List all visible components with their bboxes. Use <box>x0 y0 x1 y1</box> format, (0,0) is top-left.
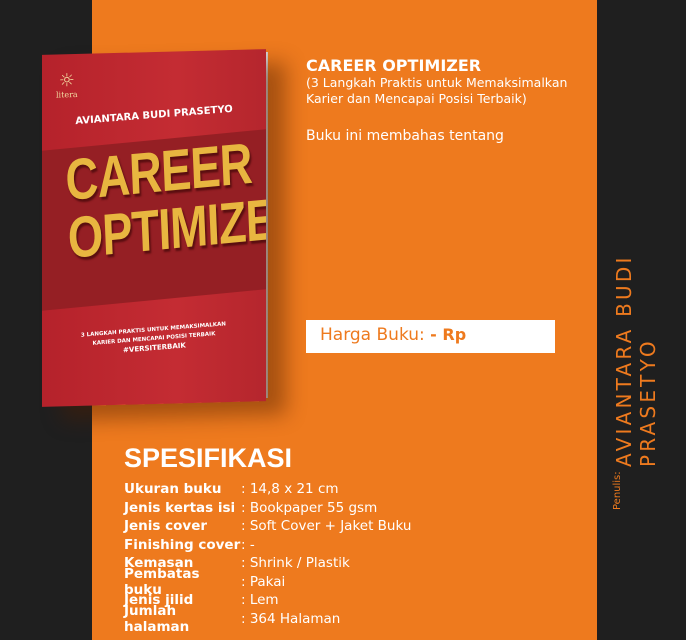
price-box: Harga Buku: - Rp <box>306 320 555 353</box>
spec-key: Jumlah halaman <box>124 602 190 635</box>
cover-title-line2: OPTIMIZER <box>66 183 266 271</box>
spec-row: Jumlah halaman : 364 Halaman <box>124 603 411 635</box>
spec-row: Pembatas buku: Pakai <box>124 566 411 598</box>
book-title: CAREER OPTIMIZER <box>306 56 482 75</box>
spec-key: Jenis cover <box>124 518 208 535</box>
book-description: Buku ini membahas tentang <box>306 128 504 144</box>
spec-value: : Lem <box>241 592 279 609</box>
spec-value: : Bookpaper 55 gsm <box>241 499 378 516</box>
spec-row: Jenis kertas isi : Bookpaper 55 gsm <box>124 499 411 518</box>
author-name: AVIANTARA BUDI PRASETYO <box>612 254 660 468</box>
cover-subtitle: 3 LANGKAH PRAKTIS UNTUK MEMAKSIMALKAN KA… <box>42 317 266 362</box>
spec-value: : 364 Halaman <box>241 610 341 627</box>
publisher-logo: ☼ litera <box>56 70 78 100</box>
book-cover-image: ☼ litera AVIANTARA BUDI PRASETYO CAREER OP… <box>42 49 266 407</box>
specs-list: Ukuran buku: 14,8 x 21 cm Jenis kertas is… <box>124 480 411 635</box>
specs-heading: SPESIFIKASI <box>124 443 293 473</box>
spec-key: Jenis kertas isi <box>124 499 236 516</box>
price-value: - Rp <box>430 325 467 344</box>
cover-title: CAREER OPTIMIZER <box>64 131 266 271</box>
spec-value: : Shrink / Plastik <box>241 555 350 572</box>
spec-row: Jenis cover : Soft Cover + Jaket Buku <box>124 517 411 536</box>
spec-row: Ukuran buku : 14,8 x 21 cm <box>124 480 411 499</box>
book-subtitle: (3 Langkah Praktis untuk Memaksimalkan K… <box>306 75 568 106</box>
author-side: Penulis: AVIANTARA BUDI PRASETYO <box>612 150 660 510</box>
cover-author: AVIANTARA BUDI PRASETYO <box>75 103 233 128</box>
spec-value: : 14,8 x 21 cm <box>241 481 339 498</box>
spec-row: Finishing cover: - <box>124 536 411 555</box>
price-label: Harga Buku: <box>320 325 431 345</box>
spec-key: Finishing cover <box>124 536 241 553</box>
spec-value: : - <box>241 536 255 553</box>
spec-value: : Pakai <box>241 573 286 590</box>
spec-value: : Soft Cover + Jaket Buku <box>241 518 412 535</box>
publisher-name: litera <box>56 89 78 100</box>
sun-icon: ☼ <box>58 70 75 92</box>
author-label: Penulis: <box>612 471 623 510</box>
spec-key: Ukuran buku <box>124 481 222 498</box>
